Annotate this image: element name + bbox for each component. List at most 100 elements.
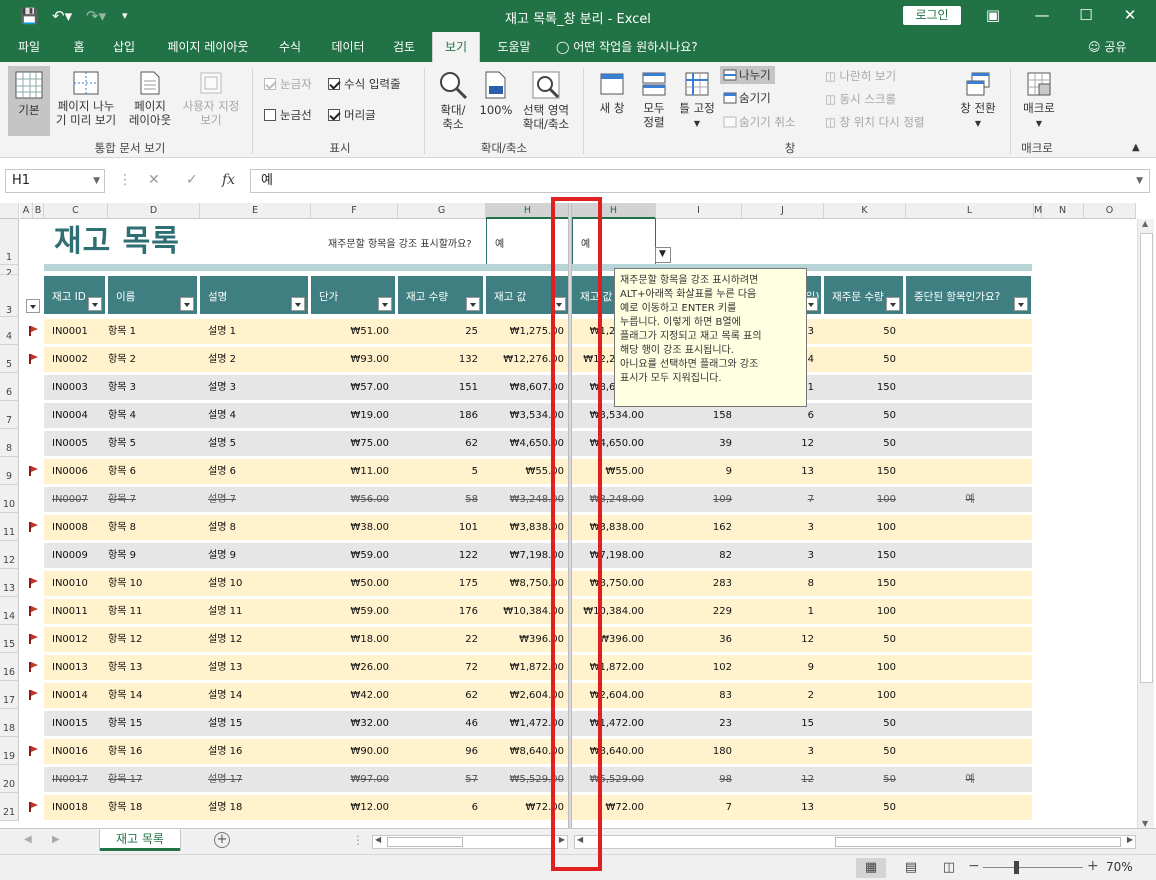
new-window-button[interactable]: 새 창: [592, 70, 632, 115]
row-header[interactable]: 3: [0, 275, 19, 317]
table-cell[interactable]: 7: [656, 795, 732, 820]
table-cell[interactable]: 설명 1: [208, 319, 308, 344]
table-cell[interactable]: IN0016: [52, 739, 108, 764]
table-cell[interactable]: 62: [398, 683, 478, 708]
table-cell[interactable]: [906, 347, 1034, 372]
table-cell[interactable]: ₩59.00: [311, 543, 389, 568]
ribbon-display-options-icon[interactable]: ▣: [977, 4, 1009, 26]
table-cell[interactable]: 283: [656, 571, 732, 596]
table-cell[interactable]: 설명 12: [208, 627, 308, 652]
table-cell[interactable]: 3: [742, 543, 814, 568]
table-cell[interactable]: IN0006: [52, 459, 108, 484]
table-cell[interactable]: 100: [824, 515, 896, 540]
table-row[interactable]: IN0004 항목 4 설명 4 ₩19.00 186 ₩3,534.00 ₩3,534.0…: [0, 403, 1032, 428]
table-cell[interactable]: ₩72.00: [572, 795, 644, 820]
table-cell[interactable]: 설명 16: [208, 739, 308, 764]
table-cell[interactable]: 36: [656, 627, 732, 652]
table-cell[interactable]: 항목 7: [108, 487, 188, 512]
table-cell[interactable]: ₩2,604.00: [572, 683, 644, 708]
table-cell[interactable]: 122: [398, 543, 478, 568]
table-cell[interactable]: [906, 403, 1034, 428]
table-cell[interactable]: 항목 8: [108, 515, 188, 540]
formula-input[interactable]: 예 ▼: [250, 169, 1150, 193]
table-cell[interactable]: 설명 7: [208, 487, 308, 512]
reorder-answer-cell-left[interactable]: 예: [486, 219, 569, 265]
macros-button[interactable]: 매크로 ▼: [1016, 70, 1062, 131]
scroll-tabs-right-icon[interactable]: ▶: [52, 834, 60, 845]
table-cell[interactable]: 150: [824, 543, 896, 568]
table-cell[interactable]: 175: [398, 571, 478, 596]
table-cell[interactable]: 23: [656, 711, 732, 736]
table-cell[interactable]: [906, 739, 1034, 764]
column-header[interactable]: H: [486, 203, 570, 219]
ruler-checkbox[interactable]: 눈금자: [264, 76, 312, 92]
table-cell[interactable]: ₩1,275.00: [486, 319, 564, 344]
table-cell[interactable]: [906, 627, 1034, 652]
table-cell[interactable]: [906, 655, 1034, 680]
table-cell[interactable]: 229: [656, 599, 732, 624]
page-break-status-button[interactable]: ◫: [934, 858, 964, 878]
column-header[interactable]: C: [44, 203, 108, 219]
table-row[interactable]: IN0018 항목 18 설명 18 ₩12.00 6 ₩72.00 ₩72.00 7 13 50: [0, 795, 1032, 820]
table-cell[interactable]: 9: [742, 655, 814, 680]
table-cell[interactable]: IN0014: [52, 683, 108, 708]
table-cell[interactable]: 설명 8: [208, 515, 308, 540]
table-cell[interactable]: 설명 9: [208, 543, 308, 568]
page-layout-button[interactable]: 페이지 레이아웃: [124, 70, 176, 127]
table-cell[interactable]: ₩5,529.00: [572, 767, 644, 792]
column-header[interactable]: J: [742, 203, 824, 219]
column-header[interactable]: D: [108, 203, 200, 219]
filter-dropdown-button[interactable]: [552, 297, 566, 311]
table-cell[interactable]: ₩8,750.00: [486, 571, 564, 596]
table-cell[interactable]: 82: [656, 543, 732, 568]
table-row[interactable]: IN0001항목 1설명 1₩51.0025₩1,275.00₩1,275.00…: [0, 319, 1032, 344]
vertical-scrollbar[interactable]: ▲ ▼: [1137, 219, 1154, 828]
table-cell[interactable]: ₩12,276.00: [486, 347, 564, 372]
table-cell[interactable]: 72: [398, 655, 478, 680]
table-cell[interactable]: [906, 319, 1034, 344]
table-cell[interactable]: ₩55.00: [572, 459, 644, 484]
table-cell[interactable]: 13: [742, 459, 814, 484]
table-cell[interactable]: ₩18.00: [311, 627, 389, 652]
column-header[interactable]: I: [656, 203, 742, 219]
table-cell[interactable]: 176: [398, 599, 478, 624]
table-cell[interactable]: 50: [824, 431, 896, 456]
table-row[interactable]: IN0012 항목 12 설명 12 ₩18.00 22 ₩396.00 ₩396.00 36…: [0, 627, 1032, 652]
table-cell[interactable]: 항목 10: [108, 571, 188, 596]
table-row[interactable]: IN0015 항목 15 설명 15 ₩32.00 46 ₩1,472.00 ₩1,472.…: [0, 711, 1032, 736]
reorder-answer-cell-right[interactable]: 예: [572, 219, 656, 265]
table-row[interactable]: IN0002항목 2설명 2₩93.00132₩12,276.00₩12,276…: [0, 347, 1032, 372]
table-cell[interactable]: ₩3,838.00: [486, 515, 564, 540]
scroll-down-icon[interactable]: ▼: [1142, 819, 1148, 828]
flag-column-filter-button[interactable]: [26, 299, 40, 313]
table-cell[interactable]: ₩56.00: [311, 487, 389, 512]
table-cell[interactable]: 설명 5: [208, 431, 308, 456]
table-cell[interactable]: 3: [742, 739, 814, 764]
table-cell[interactable]: 96: [398, 739, 478, 764]
table-cell[interactable]: 항목 3: [108, 375, 188, 400]
table-cell[interactable]: 132: [398, 347, 478, 372]
table-cell[interactable]: ₩55.00: [486, 459, 564, 484]
table-cell[interactable]: 항목 14: [108, 683, 188, 708]
table-cell[interactable]: ₩10,384.00: [572, 599, 644, 624]
table-row[interactable]: IN0017 항목 17 설명 17 ₩97.00 57 ₩5,529.00 ₩5,529.…: [0, 767, 1032, 792]
table-cell[interactable]: IN0003: [52, 375, 108, 400]
table-cell[interactable]: ₩93.00: [311, 347, 389, 372]
table-row[interactable]: IN0009 항목 9 설명 9 ₩59.00 122 ₩7,198.00 ₩7,198.0…: [0, 543, 1032, 568]
formula-bar-checkbox[interactable]: 수식 입력줄: [328, 76, 401, 92]
new-sheet-icon[interactable]: +: [214, 832, 230, 848]
table-row[interactable]: IN0003항목 3설명 3₩57.00151₩8,607.00₩8,607.0…: [0, 375, 1032, 400]
unhide-button[interactable]: 숨기기 취소: [723, 114, 796, 130]
table-cell[interactable]: [906, 795, 1034, 820]
table-cell[interactable]: 항목 9: [108, 543, 188, 568]
view-side-by-side-button[interactable]: ◫ 나란히 보기: [825, 68, 896, 84]
table-cell[interactable]: [906, 431, 1034, 456]
table-cell[interactable]: 항목 17: [108, 767, 188, 792]
table-cell[interactable]: [906, 543, 1034, 568]
table-cell[interactable]: 예: [906, 487, 1034, 512]
table-cell[interactable]: IN0017: [52, 767, 108, 792]
scroll-up-icon[interactable]: ▲: [1142, 219, 1148, 228]
row-header[interactable]: 1: [0, 219, 19, 265]
table-cell[interactable]: 186: [398, 403, 478, 428]
table-cell[interactable]: IN0001: [52, 319, 108, 344]
